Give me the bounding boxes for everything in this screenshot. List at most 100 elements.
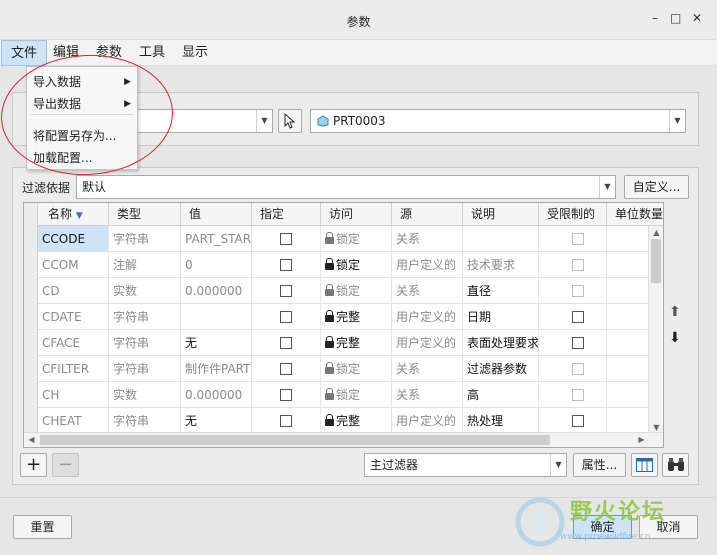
param-description[interactable] — [463, 226, 539, 252]
param-name[interactable]: CFACE — [38, 330, 109, 356]
scroll-up-icon[interactable]: ▲ — [649, 228, 663, 237]
param-type[interactable]: 实数 — [109, 382, 181, 408]
param-description[interactable]: 过滤器参数 — [463, 356, 539, 382]
table-row[interactable]: CCOM 注解 0 锁定 用户定义的 技术要求 — [24, 252, 650, 278]
reset-button[interactable]: 重置 — [13, 515, 72, 539]
access-cell[interactable]: 锁定 — [321, 278, 392, 304]
param-type[interactable]: 字符串 — [109, 304, 181, 330]
restricted-checkbox[interactable] — [572, 337, 584, 349]
designate-checkbox[interactable] — [280, 285, 292, 297]
param-name[interactable]: CD — [38, 278, 109, 304]
column-source[interactable]: 源 — [392, 203, 463, 226]
restricted-checkbox[interactable] — [572, 311, 584, 323]
param-type[interactable]: 字符串 — [109, 408, 181, 434]
param-description[interactable]: 高 — [463, 382, 539, 408]
access-cell[interactable]: 锁定 — [321, 382, 392, 408]
param-type[interactable]: 字符串 — [109, 330, 181, 356]
param-value[interactable]: 无 — [181, 330, 252, 356]
param-description[interactable]: 表面处理要求 — [463, 330, 539, 356]
move-down-icon[interactable]: ⬇ — [669, 330, 681, 346]
access-cell[interactable]: 完整 — [321, 304, 392, 330]
param-type[interactable]: 实数 — [109, 278, 181, 304]
menu-file[interactable]: 文件 — [1, 40, 48, 66]
param-name[interactable]: CDATE — [38, 304, 109, 330]
scroll-down-icon[interactable]: ▼ — [649, 423, 663, 432]
param-value[interactable]: 0.000000 — [181, 278, 252, 304]
menu-import-data[interactable]: 导入数据 ▶ — [27, 71, 137, 93]
param-value[interactable]: 制作件PART — [181, 356, 252, 382]
param-name[interactable]: CFILTER — [38, 356, 109, 382]
param-description[interactable]: 日期 — [463, 304, 539, 330]
param-description[interactable]: 技术要求 — [463, 252, 539, 278]
param-name[interactable]: CCOM — [38, 252, 109, 278]
param-value[interactable]: 无 — [181, 408, 252, 434]
designate-checkbox[interactable] — [280, 337, 292, 349]
column-description[interactable]: 说明 — [463, 203, 539, 226]
access-cell[interactable]: 锁定 — [321, 226, 392, 252]
scroll-left-icon[interactable]: ◀ — [24, 435, 39, 444]
param-value[interactable] — [181, 304, 252, 330]
designate-checkbox[interactable] — [280, 363, 292, 375]
param-name[interactable]: CH — [38, 382, 109, 408]
find-button[interactable] — [662, 453, 689, 477]
param-name[interactable]: CHEAT — [38, 408, 109, 434]
table-row[interactable]: CDATE 字符串 完整 用户定义的 日期 — [24, 304, 650, 330]
customize-button[interactable]: 自定义... — [624, 175, 689, 199]
object-combo[interactable]: PRT0003 ▼ — [310, 109, 686, 133]
table-row[interactable]: CH 实数 0.000000 锁定 关系 高 — [24, 382, 650, 408]
remove-parameter-button[interactable]: − — [52, 453, 79, 477]
designate-checkbox[interactable] — [280, 311, 292, 323]
param-value[interactable]: 0.000000 — [181, 382, 252, 408]
table-row[interactable]: CHEAT 字符串 无 完整 用户定义的 热处理 — [24, 408, 650, 434]
designate-checkbox[interactable] — [280, 389, 292, 401]
menu-export-data[interactable]: 导出数据 ▶ — [27, 93, 137, 115]
designate-checkbox[interactable] — [280, 415, 292, 427]
menu-parameters[interactable]: 参数 — [87, 40, 131, 66]
main-filter-combo[interactable]: 主过滤器 ▼ — [364, 453, 567, 477]
table-row[interactable]: CCODE 字符串 PART_STAR 锁定 关系 — [24, 226, 650, 252]
access-cell[interactable]: 完整 — [321, 330, 392, 356]
param-type[interactable]: 注解 — [109, 252, 181, 278]
vertical-scrollbar[interactable]: ▲ ▼ — [648, 226, 663, 434]
column-access[interactable]: 访问 — [321, 203, 392, 226]
minimize-button[interactable]: – — [652, 11, 658, 25]
column-name[interactable]: 名称 ▼ — [38, 203, 109, 226]
table-row[interactable]: CD 实数 0.000000 锁定 关系 直径 — [24, 278, 650, 304]
properties-button[interactable]: 属性... — [573, 453, 626, 477]
filter-combo[interactable]: 默认 ▼ — [76, 175, 616, 199]
access-cell[interactable]: 完整 — [321, 408, 392, 434]
access-cell[interactable]: 锁定 — [321, 252, 392, 278]
close-button[interactable]: ✕ — [692, 11, 702, 25]
menu-tools[interactable]: 工具 — [130, 40, 174, 66]
param-value[interactable]: PART_STAR — [181, 226, 252, 252]
vertical-scroll-thumb[interactable] — [651, 239, 661, 283]
horizontal-scrollbar[interactable]: ◀ ▶ — [24, 432, 663, 447]
param-value[interactable]: 0 — [181, 252, 252, 278]
table-view-button[interactable] — [631, 453, 658, 477]
menu-display[interactable]: 显示 — [173, 40, 217, 66]
table-row[interactable]: CFILTER 字符串 制作件PART 锁定 关系 过滤器参数 — [24, 356, 650, 382]
add-parameter-button[interactable]: + — [20, 453, 47, 477]
menu-load-config[interactable]: 加载配置... — [27, 147, 137, 169]
scroll-right-icon[interactable]: ▶ — [634, 435, 649, 444]
look-in-combo[interactable]: ▼ — [130, 109, 273, 133]
menu-edit[interactable]: 编辑 — [44, 40, 88, 66]
maximize-button[interactable]: □ — [670, 11, 681, 25]
column-type[interactable]: 类型 — [109, 203, 181, 226]
param-name[interactable]: CCODE — [38, 226, 109, 252]
designate-checkbox[interactable] — [280, 233, 292, 245]
column-value[interactable]: 值 — [181, 203, 252, 226]
select-object-button[interactable] — [278, 109, 302, 133]
access-cell[interactable]: 锁定 — [321, 356, 392, 382]
column-restricted[interactable]: 受限制的 — [539, 203, 607, 226]
table-row[interactable]: CFACE 字符串 无 完整 用户定义的 表面处理要求 — [24, 330, 650, 356]
param-type[interactable]: 字符串 — [109, 356, 181, 382]
column-designate[interactable]: 指定 — [252, 203, 321, 226]
param-description[interactable]: 直径 — [463, 278, 539, 304]
param-description[interactable]: 热处理 — [463, 408, 539, 434]
move-up-icon[interactable]: ⬆ — [669, 304, 681, 320]
param-type[interactable]: 字符串 — [109, 226, 181, 252]
horizontal-scroll-thumb[interactable] — [40, 435, 550, 445]
column-unit-quantity[interactable]: 单位数量 — [607, 203, 663, 226]
designate-checkbox[interactable] — [280, 259, 292, 271]
